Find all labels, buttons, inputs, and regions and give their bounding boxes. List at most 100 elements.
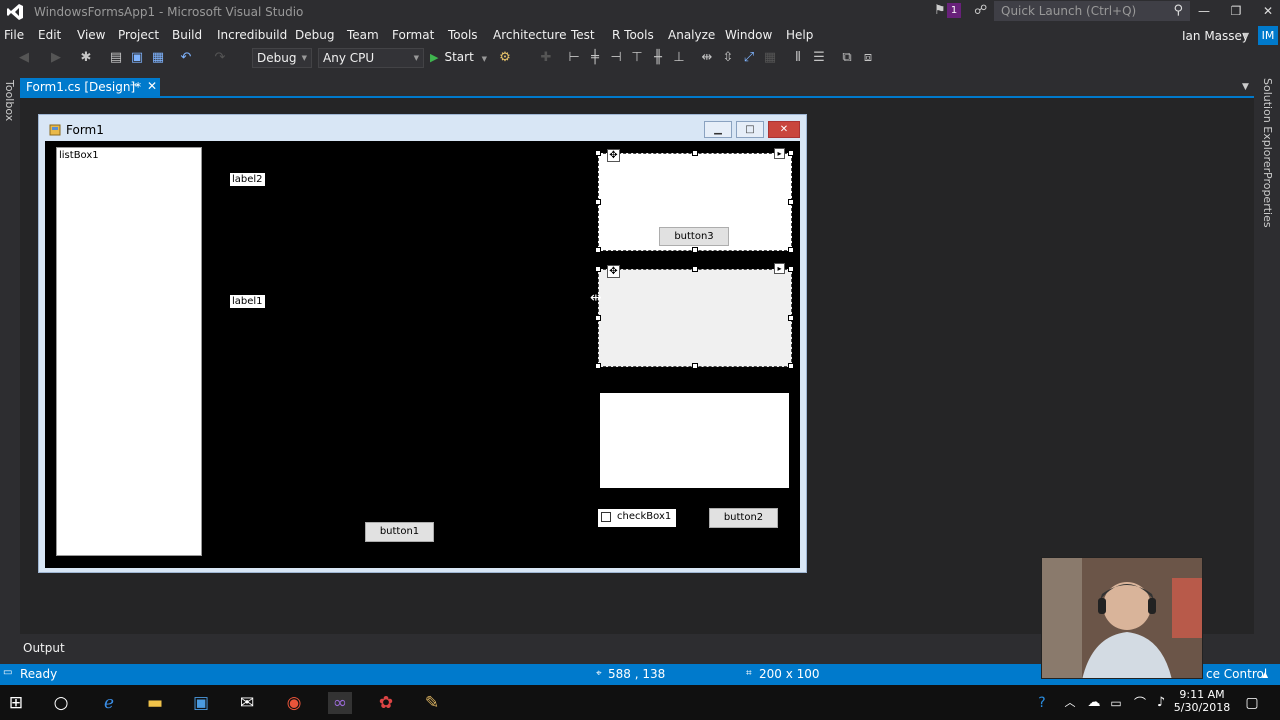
align-to-grid-icon[interactable]: ▦ [762,50,778,66]
menu-view[interactable]: View [77,28,105,42]
store-icon[interactable]: ▣ [189,692,213,714]
resize-handle[interactable] [788,363,794,369]
redo-icon[interactable]: ↷ [212,50,228,66]
new-project-icon[interactable]: ✱ [78,50,94,66]
solution-platform-select[interactable]: Any CPU ▼ [318,48,424,68]
resize-handle[interactable] [788,247,794,253]
navigate-back-icon[interactable]: ◀ [16,50,32,66]
solution-explorer-tab[interactable]: Solution Explorer [1261,78,1274,172]
align-rights-icon[interactable]: ⊣ [608,50,624,66]
media-app-icon[interactable]: ✿ [374,692,398,714]
resize-handle[interactable] [595,363,601,369]
navigate-forward-icon[interactable]: ▶ [48,50,64,66]
onedrive-icon[interactable]: ☁ [1082,692,1106,714]
notification-flag-icon[interactable]: ⚑ [934,3,948,19]
menu-edit[interactable]: Edit [38,28,61,42]
make-same-size-icon[interactable]: ⤢ [741,50,757,66]
source-control-button[interactable]: ce Control [1206,667,1267,681]
file-explorer-icon[interactable]: ▬ [143,692,167,714]
mail-icon[interactable]: ✉ [235,692,259,714]
action-center-icon[interactable]: ▢ [1240,692,1264,714]
make-same-height-icon[interactable]: ⇳ [720,50,736,66]
minimize-window-button[interactable]: — [1188,0,1220,22]
align-middles-icon[interactable]: ╫ [650,50,666,66]
listbox1[interactable]: listBox1 [56,147,202,556]
menu-test[interactable]: Test [571,28,595,42]
resize-handle[interactable] [595,315,601,321]
resize-handle[interactable] [692,363,698,369]
toolbar-add-icon[interactable]: ✚ [538,50,554,66]
user-name[interactable]: Ian Massey [1182,29,1249,43]
menu-file[interactable]: File [4,28,24,42]
menu-team[interactable]: Team [347,28,379,42]
resize-handle[interactable] [788,315,794,321]
feedback-icon[interactable]: ☍ [974,3,987,18]
menu-debug[interactable]: Debug [295,28,334,42]
send-to-back-icon[interactable]: ⧈ [860,50,876,66]
move-handle-icon[interactable]: ✥ [607,149,620,162]
save-all-icon[interactable]: ▦ [150,50,166,66]
battery-icon[interactable]: ▭ [1104,692,1128,714]
menu-architecture[interactable]: Architecture [493,28,566,42]
resize-handle[interactable] [788,199,794,205]
smart-tag-icon[interactable]: ▸ [774,263,785,274]
menu-build[interactable]: Build [172,28,202,42]
vertical-spacing-icon[interactable]: ☰ [811,50,827,66]
checkbox1[interactable]: checkBox1 [598,509,676,527]
form-minimize-button[interactable]: ▁ [704,121,732,138]
menu-incredibuild[interactable]: Incredibuild [217,28,287,42]
chrome-icon[interactable]: ◉ [282,692,306,714]
save-icon[interactable]: ▣ [129,50,145,66]
resize-handle[interactable] [788,150,794,156]
edge-browser-icon[interactable]: ℯ [97,692,121,714]
menu-format[interactable]: Format [392,28,434,42]
avatar[interactable]: IM [1258,26,1278,45]
open-file-icon[interactable]: ▤ [108,50,124,66]
menu-help[interactable]: Help [786,28,813,42]
label2[interactable]: label2 [230,173,265,186]
undo-icon[interactable]: ↶ [178,50,194,66]
resize-handle[interactable] [692,266,698,272]
resize-handle[interactable] [692,247,698,253]
smart-tag-icon[interactable]: ▸ [774,148,785,159]
toolbox-tab[interactable]: Toolbox [3,80,16,121]
resize-handle[interactable] [595,247,601,253]
resize-handle[interactable] [595,150,601,156]
notification-count-badge[interactable]: 1 [947,3,961,18]
make-same-width-icon[interactable]: ⇹ [699,50,715,66]
taskbar-clock[interactable]: 9:11 AM 5/30/2018 [1172,688,1232,714]
windows-start-icon[interactable]: ⊞ [4,692,28,714]
menu-r-tools[interactable]: R Tools [612,28,654,42]
help-icon[interactable]: ? [1030,692,1054,714]
chevron-up-icon[interactable]: ▲ [1262,670,1268,679]
resize-handle[interactable] [595,266,601,272]
start-debugging-button[interactable]: ▶ Start ▼ [430,50,487,64]
bring-to-front-icon[interactable]: ⧉ [839,50,855,66]
button2[interactable]: button2 [709,508,778,528]
cortana-search-icon[interactable]: ○ [49,692,73,714]
close-window-button[interactable]: ✕ [1252,0,1280,22]
output-tab[interactable]: Output [23,641,65,655]
label1[interactable]: label1 [230,295,265,308]
checkbox-square-icon[interactable] [601,512,611,522]
move-handle-icon[interactable]: ✥ [607,265,620,278]
form-maximize-button[interactable]: □ [736,121,764,138]
tab-form1-design[interactable]: Form1.cs [Design]* ⊸ ✕ [20,78,160,97]
browser-link-icon[interactable]: ⚙ [497,50,513,66]
restore-window-button[interactable]: ❐ [1220,0,1252,22]
align-lefts-icon[interactable]: ⊢ [566,50,582,66]
align-centers-icon[interactable]: ╪ [587,50,603,66]
button1[interactable]: button1 [365,522,434,542]
chevron-down-icon[interactable]: ▼ [1243,31,1249,40]
chevron-down-icon[interactable]: ▼ [1242,82,1249,92]
panel-bottom[interactable] [600,393,789,488]
quick-launch-input[interactable]: Quick Launch (Ctrl+Q) ⚲ [994,1,1190,21]
form-close-button[interactable]: ✕ [768,121,800,138]
menu-window[interactable]: Window [725,28,772,42]
solution-configuration-select[interactable]: Debug ▼ [252,48,312,68]
volume-icon[interactable]: ♪ [1149,692,1173,714]
horizontal-spacing-icon[interactable]: ⫴ [790,50,806,66]
panel-middle[interactable] [598,269,792,367]
resize-handle[interactable] [692,150,698,156]
properties-tab[interactable]: Properties [1261,172,1274,228]
